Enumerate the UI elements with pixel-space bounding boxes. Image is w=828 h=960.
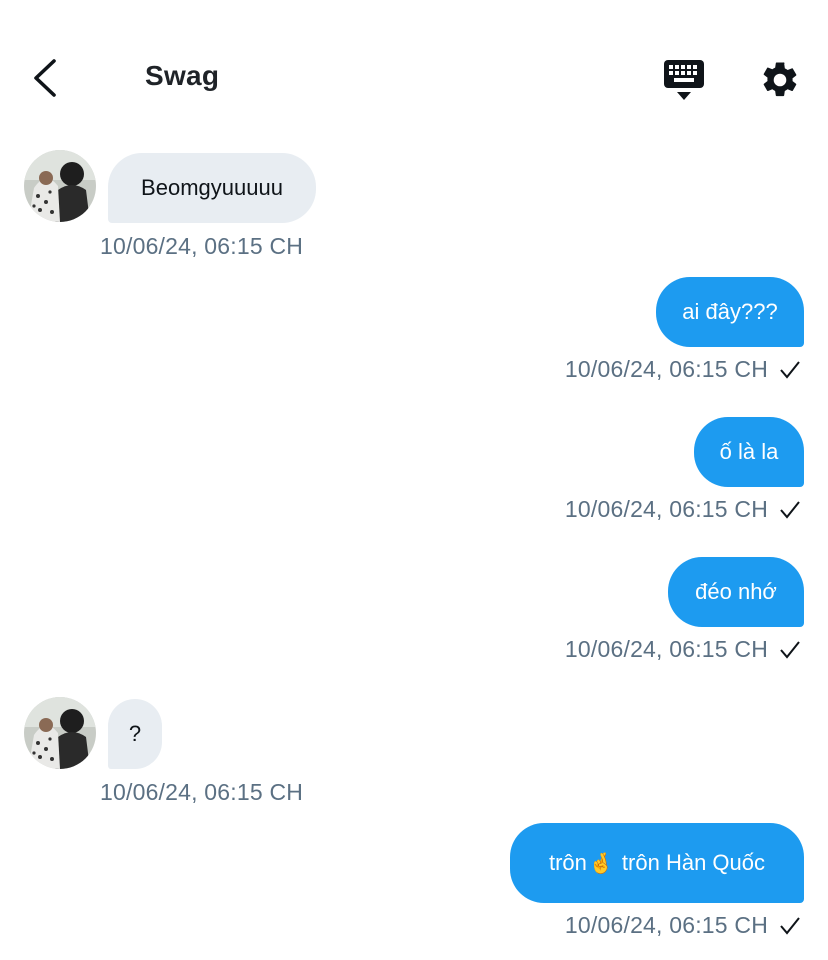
keyboard-icon — [664, 60, 704, 100]
message-meta: 10/06/24, 06:15 CH — [565, 912, 802, 939]
back-button[interactable] — [22, 52, 68, 104]
check-icon — [778, 358, 802, 382]
crossed-fingers-emoji: 🤞 — [588, 852, 614, 875]
message-timestamp: 10/06/24, 06:15 CH — [564, 496, 768, 522]
chevron-left-icon — [34, 59, 56, 97]
message-text: đéo nhớ — [695, 579, 777, 604]
profile-photo — [24, 697, 96, 769]
message-text-part: trôn Hàn Quốc — [615, 850, 765, 875]
message-timestamp: 10/06/24, 06:15 CH — [564, 636, 768, 662]
message-meta: 10/06/24, 06:15 CH — [565, 496, 802, 523]
message-text: ? — [128, 721, 142, 746]
message-bubble-outgoing[interactable]: ố là la — [694, 417, 804, 487]
message-timestamp: 10/06/24, 06:15 CH — [100, 779, 304, 805]
message-bubble-incoming[interactable]: ? — [108, 699, 162, 769]
profile-photo — [24, 150, 96, 222]
message-text: ai đây??? — [682, 299, 778, 324]
settings-button[interactable] — [754, 54, 806, 106]
message-timestamp: 10/06/24, 06:15 CH — [564, 912, 768, 938]
message-text: Beomgyuuuuu — [141, 175, 283, 200]
message-meta: 10/06/24, 06:15 CH — [565, 636, 802, 663]
message-text-part: trôn — [548, 850, 587, 875]
message-bubble-outgoing[interactable]: ai đây??? — [656, 277, 804, 347]
check-icon — [778, 498, 802, 522]
message-bubble-outgoing[interactable]: trôn 🤞 trôn Hàn Quốc — [510, 823, 804, 903]
message-timestamp: 10/06/24, 06:15 CH — [564, 356, 768, 382]
message-text: ố là la — [719, 439, 779, 464]
message-meta: 10/06/24, 06:15 CH — [565, 356, 802, 383]
message-timestamp: 10/06/24, 06:15 CH — [100, 233, 304, 259]
conversation-title: Swag — [145, 60, 220, 91]
message-bubble-outgoing[interactable]: đéo nhớ — [668, 557, 804, 627]
check-icon — [778, 638, 802, 662]
gear-icon — [763, 62, 797, 97]
conversation-header: Swag — [0, 0, 828, 150]
message-bubble-incoming[interactable]: Beomgyuuuuu — [108, 153, 316, 223]
avatar[interactable] — [24, 697, 96, 769]
check-icon — [778, 914, 802, 938]
keyboard-button[interactable] — [658, 56, 710, 104]
avatar[interactable] — [24, 150, 96, 222]
